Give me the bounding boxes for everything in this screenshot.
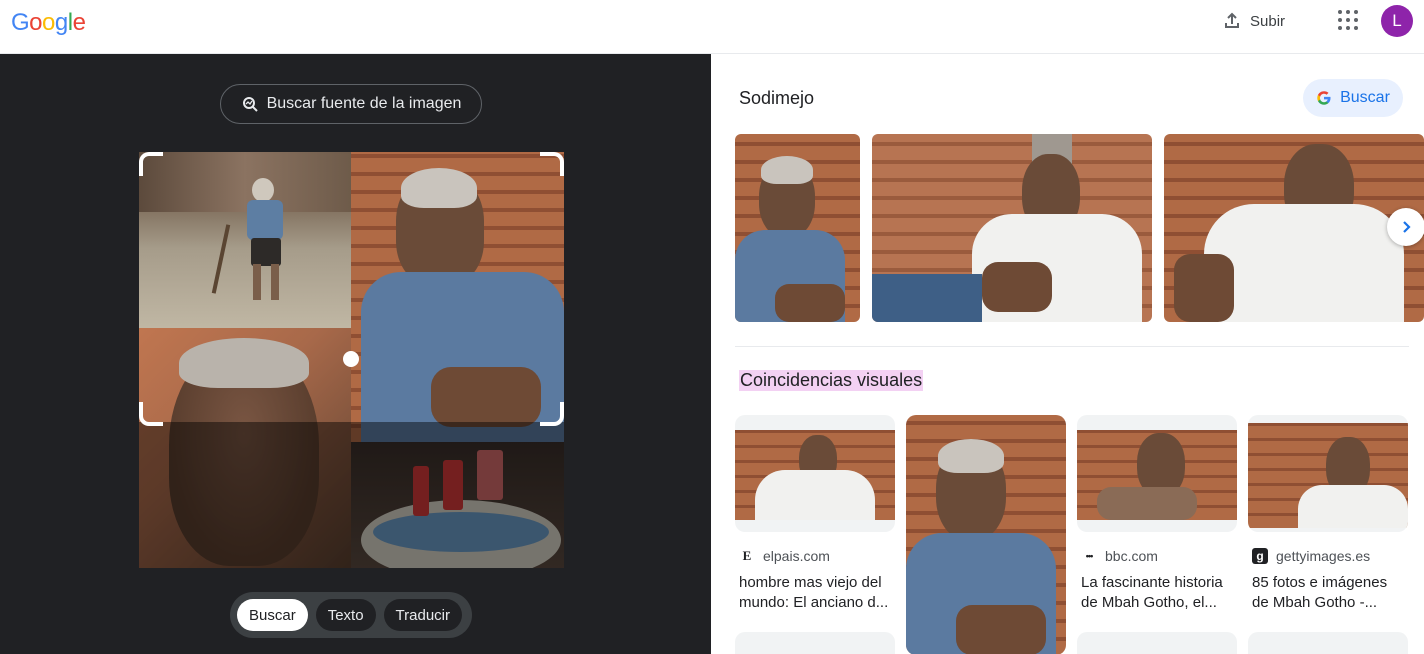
google-search-button[interactable]: Buscar <box>1303 79 1403 117</box>
bbc-favicon: ••• <box>1085 551 1093 561</box>
account-avatar[interactable]: L <box>1381 5 1413 37</box>
crop-corner-top-left[interactable] <box>139 152 163 176</box>
collage-photo-sitting <box>351 152 564 442</box>
visual-match-source: ••• bbc.com <box>1081 548 1158 564</box>
similar-image-2[interactable] <box>872 134 1152 322</box>
source-domain: bbc.com <box>1105 548 1158 564</box>
similar-image-1[interactable] <box>735 134 860 322</box>
visual-match-image <box>1248 415 1408 532</box>
mode-chip-buscar[interactable]: Buscar <box>237 599 308 631</box>
visual-match-image <box>1077 415 1237 532</box>
logo-letter: e <box>72 9 86 36</box>
top-bar: Google Subir L <box>0 0 1424 54</box>
mode-chip-texto[interactable]: Texto <box>315 599 376 631</box>
upload-label: Subir <box>1250 12 1286 30</box>
similar-entity-title: Sodimejo <box>739 88 815 108</box>
similar-image-3[interactable] <box>1164 134 1424 322</box>
visual-match-card-partial[interactable] <box>1077 632 1237 654</box>
visual-match-image <box>735 415 895 532</box>
lens-mode-switcher: Buscar Texto Traducir <box>230 592 472 638</box>
visual-match-image <box>906 415 1066 654</box>
avatar-initial: L <box>1392 11 1402 30</box>
source-domain: elpais.com <box>763 548 830 564</box>
google-g-icon <box>1317 91 1331 105</box>
apps-grid-icon[interactable] <box>1338 10 1358 30</box>
source-domain: gettyimages.es <box>1276 548 1371 564</box>
google-logo[interactable]: Google <box>11 9 86 37</box>
crop-corner-top-right[interactable] <box>540 152 564 176</box>
selection-dim-overlay <box>139 422 564 568</box>
section-divider <box>735 346 1409 347</box>
logo-letter: G <box>11 9 30 36</box>
results-panel: Sodimejo Buscar Coincidencias visuales E… <box>711 54 1424 654</box>
visual-match-source: g gettyimages.es <box>1252 548 1370 564</box>
selection-center-handle[interactable] <box>343 351 359 367</box>
collage-photo-walking <box>139 152 351 328</box>
gettyimages-favicon: g <box>1252 548 1268 564</box>
crop-corner-bottom-left[interactable] <box>139 402 163 426</box>
visual-match-card-partial[interactable] <box>1248 632 1408 654</box>
upload-icon <box>1225 12 1239 28</box>
lens-image-panel: Buscar fuente de la imagen Buscar Texto … <box>0 54 711 654</box>
visual-matches-title: Coincidencias visuales <box>739 370 924 391</box>
visual-match-card[interactable] <box>906 415 1066 654</box>
elpais-favicon: E <box>742 548 752 563</box>
chevron-right-icon <box>1403 221 1411 233</box>
image-search-icon <box>242 97 258 112</box>
visual-match-card[interactable]: g gettyimages.es 85 fotos e imágenes de … <box>1248 415 1408 615</box>
google-search-label: Buscar <box>1340 89 1390 106</box>
find-image-source-label: Buscar fuente de la imagen <box>266 95 462 112</box>
crop-corner-bottom-right[interactable] <box>540 402 564 426</box>
mode-chip-traducir[interactable]: Traducir <box>383 599 463 631</box>
visual-match-title[interactable]: 85 fotos e imágenes de Mbah Gotho -... <box>1252 573 1404 613</box>
upload-button[interactable]: Subir <box>1222 9 1285 33</box>
visual-match-card[interactable]: E elpais.com hombre mas viejo del mundo:… <box>735 415 895 615</box>
visual-match-source: E elpais.com <box>739 548 830 564</box>
visual-match-card[interactable]: ••• bbc.com La fascinante historia de Mb… <box>1077 415 1237 615</box>
logo-letter: o <box>42 9 55 36</box>
visual-match-card-partial[interactable] <box>735 632 895 654</box>
visual-match-title[interactable]: La fascinante historia de Mbah Gotho, el… <box>1081 573 1233 613</box>
logo-letter: g <box>54 9 68 36</box>
logo-letter: o <box>29 9 43 36</box>
find-image-source-button[interactable]: Buscar fuente de la imagen <box>220 84 482 124</box>
visual-match-title[interactable]: hombre mas viejo del mundo: El anciano d… <box>739 573 891 613</box>
similar-next-button[interactable] <box>1387 208 1424 246</box>
